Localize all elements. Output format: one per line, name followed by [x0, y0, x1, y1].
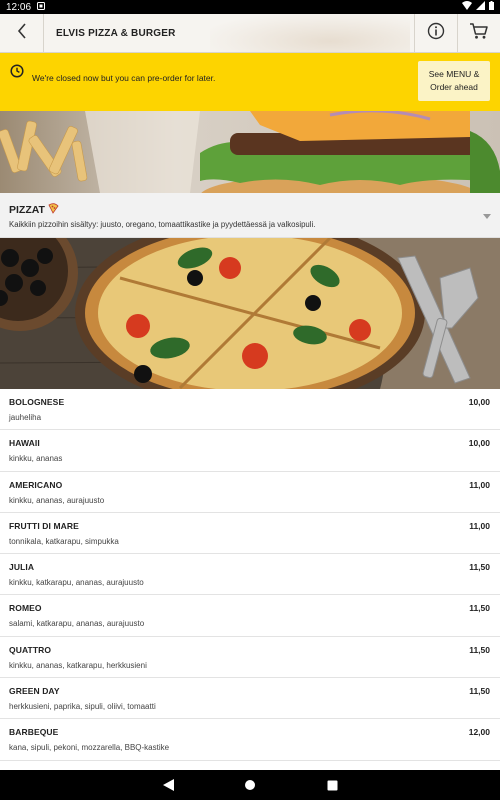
menu-item-price: 11,50	[469, 644, 490, 655]
caret-down-icon	[483, 206, 491, 224]
menu-item-name: QUATTRO	[9, 644, 52, 655]
menu-item-price: 11,00	[469, 479, 490, 490]
menu-item-description: kinkku, ananas, katkarapu, herkkusieni	[9, 660, 147, 670]
menu-item-price: 10,00	[468, 397, 490, 407]
menu-item-name: GREEN DAY	[9, 686, 60, 697]
menu-item[interactable]: GREEN DAY herkkusieni, paprika, sipuli, o…	[0, 678, 500, 720]
category-title: PIZZAT	[9, 204, 45, 216]
menu-item[interactable]: BARBEQUE kana, sipuli, pekoni, mozzarella…	[0, 719, 500, 761]
menu-item-description: kinkku, katkarapu, ananas, aurajuusto	[9, 578, 144, 588]
closed-notice-banner: We're closed now but you can pre-order f…	[0, 53, 500, 111]
system-nav-bar	[0, 770, 500, 800]
cart-button[interactable]	[457, 14, 500, 52]
page-title: ELVIS PIZZA & BURGER	[56, 27, 176, 39]
menu-item-name: FRUTTI DI MARE	[9, 520, 79, 531]
menu-item-name: AMERICANO	[9, 479, 63, 490]
menu-item-price: 11,00	[469, 520, 490, 531]
menu-item-price: 12,00	[468, 727, 490, 738]
menu-item[interactable]: ROMEO salami, katkarapu, ananas, aurajuus…	[0, 595, 500, 637]
back-button[interactable]	[0, 14, 44, 52]
status-bar: 12:06	[0, 0, 500, 14]
order-ahead-line2: Order ahead	[430, 82, 478, 92]
notification-icon	[37, 1, 46, 13]
category-header-pizzat[interactable]: PIZZAT Kaikkiin pizzoihin sisältyy: juus…	[0, 193, 500, 238]
menu-item-description: herkkusieni, paprika, sipuli, oliivi, to…	[9, 702, 156, 712]
category-image	[0, 238, 500, 389]
menu-item[interactable]: FRUTTI DI MARE tonnikala, katkarapu, simp…	[0, 513, 500, 555]
menu-item-name: JULIA	[9, 562, 35, 573]
info-icon	[427, 22, 445, 45]
menu-item-description: jauheliha	[9, 413, 42, 422]
nav-home-icon[interactable]	[242, 777, 258, 793]
menu-item-description: kinkku, ananas, aurajuusto	[9, 495, 105, 505]
menu-item-price: 11,50	[469, 603, 490, 614]
restaurant-hero-image	[0, 111, 500, 193]
menu-item-name: BARBEQUE	[9, 727, 59, 738]
menu-item[interactable]: BOLOGNESE jauheliha 10,00	[0, 389, 500, 431]
nav-recents-icon[interactable]	[324, 777, 340, 793]
menu-item-price: 11,50	[469, 562, 490, 573]
menu-item[interactable]: QUATTRO kinkku, ananas, katkarapu, herkku…	[0, 637, 500, 679]
battery-icon	[489, 1, 494, 13]
menu-item-description: kinkku, ananas	[9, 454, 63, 464]
menu-item-description: salami, katkarapu, ananas, aurajuusto	[9, 619, 145, 629]
menu-item-name: BOLOGNESE	[9, 397, 65, 407]
signal-icon	[476, 1, 485, 13]
menu-list: BOLOGNESE jauheliha 10,00 HAWAII kinkku, ana…	[0, 389, 500, 770]
wifi-icon	[462, 1, 472, 13]
menu-item[interactable]: JULIA kinkku, katkarapu, ananas, aurajuus…	[0, 554, 500, 596]
status-time: 12:06	[6, 1, 32, 13]
menu-item-description: tonnikala, katkarapu, simpukka	[9, 536, 119, 546]
info-button[interactable]	[414, 14, 457, 52]
menu-item-name: HAWAII	[9, 438, 40, 449]
app-header: ELVIS PIZZA & BURGER	[0, 14, 500, 53]
nav-back-icon[interactable]	[160, 777, 176, 793]
cart-icon	[469, 22, 489, 45]
chevron-left-icon	[17, 22, 27, 44]
menu-item-name: ROMEO	[9, 603, 42, 614]
menu-item-price: 10,00	[468, 438, 490, 449]
menu-item[interactable]: HAWAII kinkku, ananas 10,00	[0, 430, 500, 472]
menu-item-description: kana, sipuli, pekoni, mozzarella, BBQ-ka…	[9, 743, 170, 753]
closed-message: We're closed now but you can pre-order f…	[32, 73, 216, 83]
order-ahead-button[interactable]: See MENU & Order ahead	[418, 61, 490, 101]
menu-item-price: 11,50	[469, 686, 490, 697]
pizza-icon	[48, 203, 59, 217]
clock-icon	[10, 64, 24, 83]
order-ahead-line1: See MENU &	[428, 69, 480, 79]
menu-item[interactable]: AMERICANO kinkku, ananas, aurajuusto 11,00	[0, 472, 500, 513]
category-description: Kaikkiin pizzoihin sisältyy: juusto, ore…	[9, 220, 316, 229]
